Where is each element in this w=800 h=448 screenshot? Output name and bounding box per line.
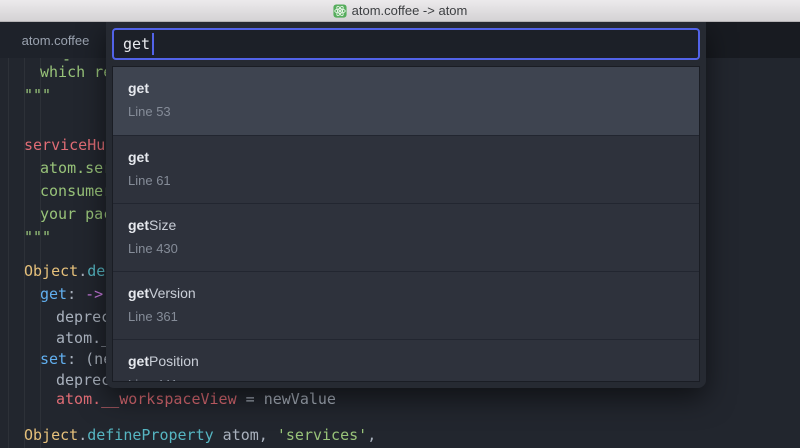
tab-label: atom.coffee [22, 33, 90, 48]
search-query-text: get [123, 35, 150, 53]
symbol-name: getPosition [128, 352, 699, 370]
symbol-line-number: Line 430 [128, 241, 699, 256]
code-line: """ [24, 229, 51, 246]
code-token-green: """ [24, 86, 51, 104]
code-token-yellow: Object [24, 426, 78, 444]
code-token-fg: , [367, 426, 376, 444]
symbol-name-rest: Version [149, 285, 196, 301]
code-line: Object.defineProperty atom, 'services', [24, 427, 376, 444]
symbol-name: get [128, 148, 699, 166]
code-token-yellow: Object [24, 262, 78, 280]
code-token-coral: atom.__workspaceView [56, 390, 237, 408]
atom-icon [333, 4, 347, 18]
symbol-line-number: Line 61 [128, 173, 699, 188]
text-cursor [152, 33, 154, 55]
symbols-finder-modal: get getLine 53getLine 61getSizeLine 430g… [106, 22, 706, 388]
symbol-name: get [128, 79, 699, 97]
symbol-line-number: Line 361 [128, 309, 699, 324]
indent-guide [24, 58, 25, 448]
code-token-fg: atom, [214, 426, 277, 444]
symbol-name-rest: Size [149, 217, 176, 233]
matched-text: get [128, 217, 149, 233]
code-token-blue: get [40, 285, 67, 303]
symbol-results-list: getLine 53getLine 61getSizeLine 430getVe… [112, 66, 700, 382]
code-token-cyan: defineProperty [87, 426, 213, 444]
code-line: atom.__workspaceView = newValue [56, 391, 336, 408]
tab-atom-coffee[interactable]: atom.coffee [0, 22, 112, 58]
matched-text: get [128, 80, 149, 96]
code-token-green: 'services' [277, 426, 367, 444]
code-token-green: """ [24, 228, 51, 246]
symbol-line-number: Line 441 [128, 377, 699, 382]
matched-text: get [128, 285, 149, 301]
finder-result-item[interactable]: get Line 53 [113, 67, 699, 135]
symbol-search-input[interactable]: get [112, 28, 700, 60]
indent-guide [40, 58, 41, 448]
code-token-blue: set [40, 350, 67, 368]
code-token-fg: . [78, 262, 87, 280]
finder-result-item[interactable]: getVersion Line 361 [113, 271, 699, 339]
matched-text: get [128, 149, 149, 165]
code-token-purple: -> [85, 285, 103, 303]
symbol-line-number: Line 53 [128, 104, 699, 119]
code-line: """ [24, 87, 51, 104]
code-line: get: -> [40, 286, 103, 303]
symbol-name-rest: Position [149, 353, 199, 369]
window-titlebar: atom.coffee -> atom [0, 0, 800, 22]
symbol-name: getVersion [128, 284, 699, 302]
code-token-fg: = newValue [237, 390, 336, 408]
symbol-name: getSize [128, 216, 699, 234]
code-token-fg: . [78, 426, 87, 444]
code-token-fg: : [67, 285, 85, 303]
window-title: atom.coffee -> atom [352, 3, 468, 18]
finder-result-item[interactable]: getSize Line 430 [113, 203, 699, 271]
matched-text: get [128, 353, 149, 369]
indent-guide [8, 58, 9, 448]
finder-result-item[interactable]: get Line 61 [113, 135, 699, 203]
finder-result-item[interactable]: getPosition Line 441 [113, 339, 699, 382]
